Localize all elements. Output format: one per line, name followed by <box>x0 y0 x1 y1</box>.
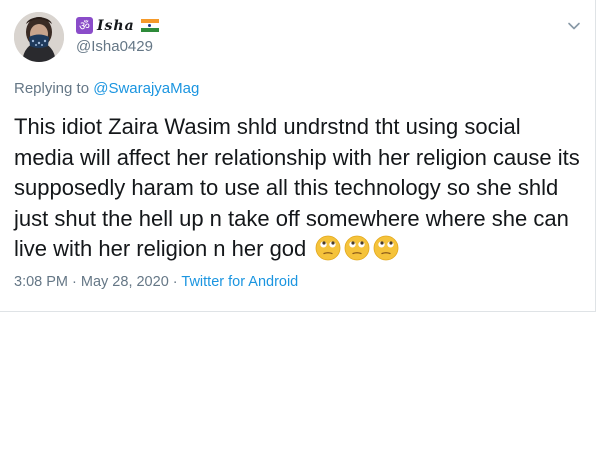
face-with-rolling-eyes-icon <box>374 235 399 261</box>
meta-separator-2: · <box>168 274 182 290</box>
avatar-image <box>14 12 64 62</box>
om-icon: ॐ <box>76 17 93 34</box>
face-with-rolling-eyes-icon <box>316 235 341 261</box>
tweet-source-link[interactable]: Twitter for Android <box>181 274 298 290</box>
tweet-time-link[interactable]: 3:08 PM <box>14 274 68 290</box>
meta-separator: · <box>68 274 81 290</box>
tweet-body: This idiot Zaira Wasim shld undrstnd tht… <box>14 114 580 261</box>
author-handle[interactable]: @Isha0429 <box>76 38 153 55</box>
replying-to: Replying to @SwarajyaMag <box>14 80 199 97</box>
replying-to-label: Replying to <box>14 80 94 97</box>
face-with-rolling-eyes-icon <box>345 235 370 261</box>
tweet-card: ॐ Isha @Isha0429 Replying to @SwarajyaMa… <box>0 0 596 312</box>
tweet-date-link[interactable]: May 28, 2020 <box>81 274 169 290</box>
reply-to-handle-link[interactable]: @SwarajyaMag <box>93 80 199 97</box>
author-name-row[interactable]: ॐ Isha <box>76 17 159 34</box>
chevron-down-icon[interactable] <box>566 18 582 34</box>
avatar[interactable] <box>14 12 64 62</box>
display-name[interactable]: Isha <box>97 18 135 34</box>
tweet-meta: 3:08 PM · May 28, 2020 · Twitter for And… <box>14 274 298 290</box>
india-flag-icon <box>140 19 159 32</box>
tweet-text: This idiot Zaira Wasim shld undrstnd tht… <box>14 112 584 265</box>
